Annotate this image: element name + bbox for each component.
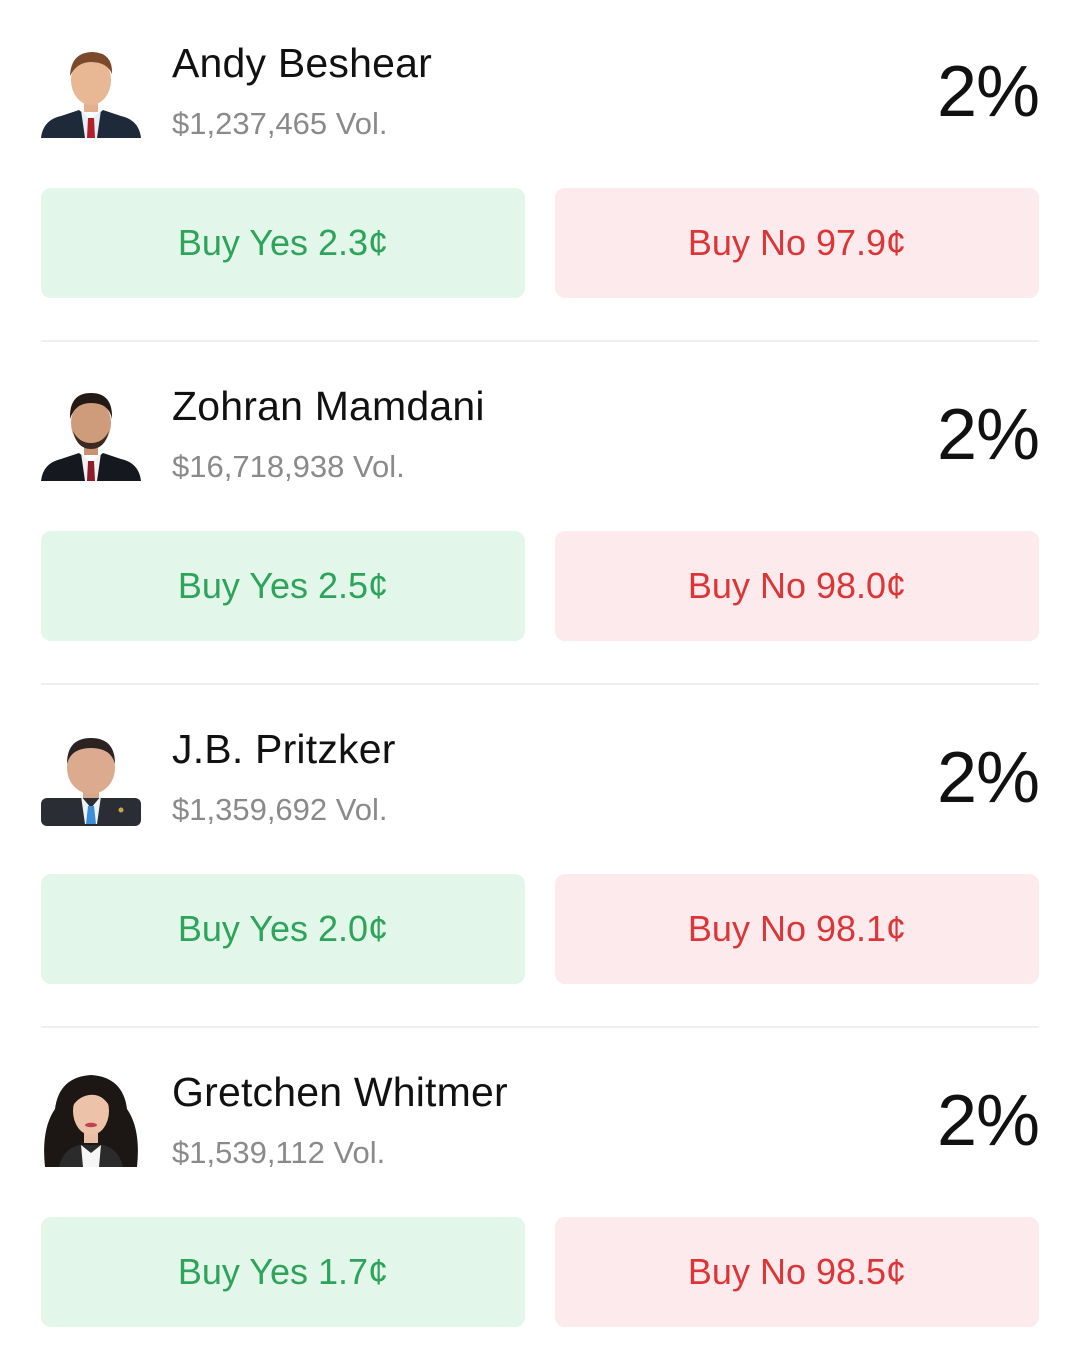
chance-percent: 2%	[936, 738, 1040, 818]
divider	[41, 1026, 1039, 1028]
buy-no-price: 97.9¢	[815, 222, 907, 263]
buy-no-label: Buy No	[687, 222, 806, 263]
volume-text: $1,237,465 Vol.	[172, 104, 388, 144]
candidate-photo-icon	[41, 383, 141, 483]
volume-amount: $1,359,692	[172, 792, 328, 827]
volume-suffix: Vol.	[335, 792, 388, 827]
buy-yes-label: Buy Yes	[177, 565, 309, 606]
candidate-photo-icon	[41, 726, 141, 826]
divider	[41, 683, 1039, 685]
volume-text: $1,539,112 Vol.	[172, 1133, 385, 1173]
buy-yes-button[interactable]: Buy Yes 1.7¢	[41, 1217, 525, 1327]
chance-percent: 2%	[936, 395, 1040, 475]
volume-amount: $1,237,465	[172, 106, 328, 141]
volume-suffix: Vol.	[333, 1135, 386, 1170]
market-row-jb-pritzker[interactable]: J.B. Pritzker $1,359,692 Vol. 2% Buy Yes…	[41, 686, 1040, 1029]
buy-yes-label: Buy Yes	[177, 222, 309, 263]
buy-no-button[interactable]: Buy No 98.0¢	[555, 531, 1039, 641]
buy-no-price: 98.0¢	[815, 565, 907, 606]
buy-no-label: Buy No	[687, 565, 806, 606]
buy-yes-label: Buy Yes	[177, 1251, 309, 1292]
candidate-name: Andy Beshear	[172, 40, 432, 86]
volume-text: $1,359,692 Vol.	[172, 790, 388, 830]
divider	[41, 340, 1039, 342]
volume-amount: $1,539,112	[172, 1135, 325, 1170]
volume-suffix: Vol.	[335, 106, 388, 141]
candidate-name: J.B. Pritzker	[172, 726, 396, 772]
buy-no-label: Buy No	[687, 908, 806, 949]
market-row-zohran-mamdani[interactable]: Zohran Mamdani $16,718,938 Vol. 2% Buy Y…	[41, 343, 1040, 686]
buy-yes-button[interactable]: Buy Yes 2.0¢	[41, 874, 525, 984]
volume-suffix: Vol.	[353, 449, 405, 484]
buy-yes-price: 2.5¢	[318, 565, 389, 606]
buy-no-price: 98.5¢	[815, 1251, 907, 1292]
market-row-gretchen-whitmer[interactable]: Gretchen Whitmer $1,539,112 Vol. 2% Buy …	[41, 1029, 1040, 1350]
buy-no-label: Buy No	[687, 1251, 806, 1292]
market-row-andy-beshear[interactable]: Andy Beshear $1,237,465 Vol. 2% Buy Yes …	[41, 0, 1040, 343]
buy-no-button[interactable]: Buy No 97.9¢	[555, 188, 1039, 298]
buy-yes-price: 1.7¢	[318, 1251, 389, 1292]
buy-no-price: 98.1¢	[815, 908, 907, 949]
buy-yes-price: 2.3¢	[318, 222, 389, 263]
buy-no-button[interactable]: Buy No 98.5¢	[555, 1217, 1039, 1327]
buy-no-button[interactable]: Buy No 98.1¢	[555, 874, 1039, 984]
candidate-name: Zohran Mamdani	[172, 383, 485, 429]
buy-yes-button[interactable]: Buy Yes 2.5¢	[41, 531, 525, 641]
market-list: Andy Beshear $1,237,465 Vol. 2% Buy Yes …	[0, 0, 1080, 1350]
candidate-photo-icon	[41, 40, 141, 140]
chance-percent: 2%	[936, 52, 1040, 132]
candidate-photo-icon	[41, 1069, 141, 1169]
volume-amount: $16,718,938	[172, 449, 345, 484]
buy-yes-button[interactable]: Buy Yes 2.3¢	[41, 188, 525, 298]
buy-yes-label: Buy Yes	[177, 908, 309, 949]
volume-text: $16,718,938 Vol.	[172, 447, 405, 487]
chance-percent: 2%	[936, 1081, 1040, 1161]
buy-yes-price: 2.0¢	[318, 908, 389, 949]
candidate-name: Gretchen Whitmer	[172, 1069, 508, 1115]
